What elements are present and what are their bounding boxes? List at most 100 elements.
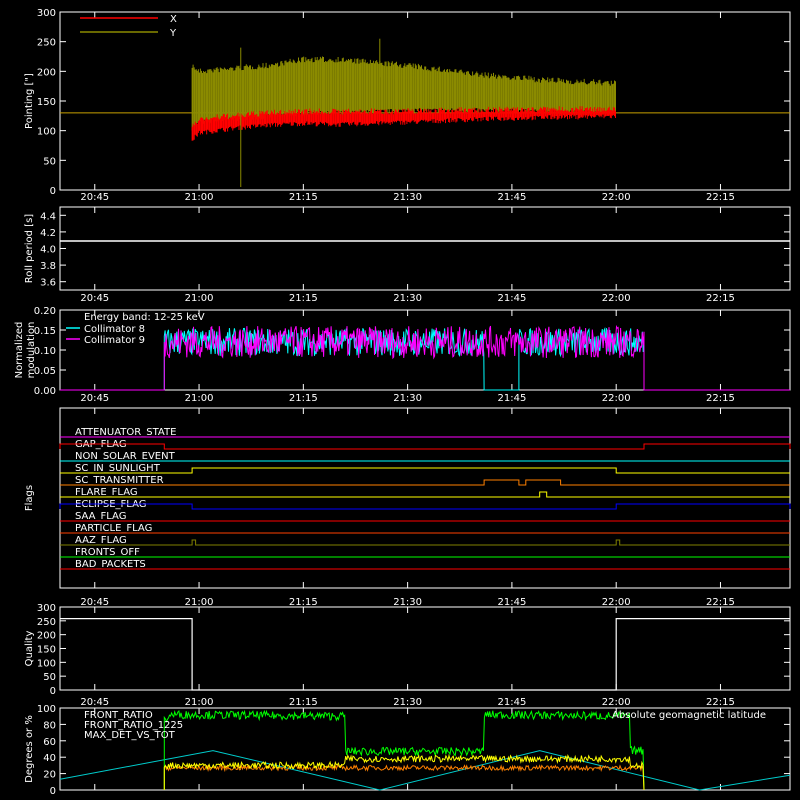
flag-trace-sc-transmitter bbox=[60, 479, 790, 486]
y-axis-label: Flags bbox=[24, 485, 35, 511]
x-tick-label: 20:45 bbox=[80, 697, 109, 708]
flag-label: SAA_FLAG bbox=[75, 511, 126, 522]
flag-trace-gap-flag bbox=[59, 443, 791, 450]
series-max-det-vs-tot bbox=[163, 763, 645, 791]
energy-band-label: Energy band: 12-25 keV bbox=[84, 312, 205, 323]
y-axis-label: Normalized bbox=[14, 322, 25, 379]
y-tick-label: 80 bbox=[43, 720, 56, 731]
y-tick-label: 100 bbox=[37, 658, 56, 669]
x-tick-label: 22:00 bbox=[602, 697, 631, 708]
plot-frame bbox=[59, 606, 791, 691]
x-tick-label: 22:00 bbox=[602, 597, 631, 608]
x-tick-label: 22:00 bbox=[602, 192, 631, 203]
x-tick-label: 21:30 bbox=[393, 293, 422, 304]
x-tick-label: 22:00 bbox=[602, 393, 631, 404]
x-tick-label: 22:15 bbox=[706, 697, 735, 708]
x-tick-label: 20:45 bbox=[80, 293, 109, 304]
series-front-ratio-1225 bbox=[163, 709, 645, 791]
flag-trace-eclipse-flag bbox=[59, 503, 791, 510]
x-tick-label: 22:15 bbox=[706, 192, 735, 203]
y-tick-label: 4.0 bbox=[40, 245, 56, 256]
flag-trace-sc-in-sunlight bbox=[60, 467, 790, 474]
y-tick-label: 100 bbox=[37, 127, 56, 138]
x-tick-label: 21:30 bbox=[393, 192, 422, 203]
y-tick-label: 250 bbox=[37, 617, 56, 628]
x-tick-label: 21:45 bbox=[497, 393, 526, 404]
y-tick-label: 0 bbox=[50, 186, 56, 197]
y-tick-label: 0 bbox=[50, 786, 56, 797]
y-axis-label: modulation bbox=[26, 322, 37, 379]
y-tick-label: 20 bbox=[43, 770, 56, 781]
flag-label: AAZ_FLAG bbox=[75, 535, 127, 546]
x-tick-label: 21:15 bbox=[289, 697, 318, 708]
legend-label: MAX_DET_VS_TOT bbox=[84, 730, 176, 741]
y-tick-label: 300 bbox=[37, 8, 56, 19]
y-tick-label: 0.00 bbox=[34, 386, 56, 397]
latitude-legend-label: Absolute geomagnetic latitude bbox=[612, 710, 766, 721]
y-tick-label: 0.20 bbox=[34, 306, 56, 317]
x-tick-label: 20:45 bbox=[80, 393, 109, 404]
y-axis-label: Roll period [s] bbox=[24, 214, 35, 283]
legend-label: X bbox=[170, 14, 177, 25]
flag-label: FRONTS_OFF bbox=[75, 547, 140, 558]
y-tick-label: 0.15 bbox=[34, 326, 56, 337]
flag-label: BAD_PACKETS bbox=[75, 559, 146, 570]
flag-trace-flare-flag bbox=[60, 491, 790, 498]
x-tick-label: 21:15 bbox=[289, 393, 318, 404]
y-tick-label: 200 bbox=[37, 67, 56, 78]
x-tick-label: 22:00 bbox=[602, 293, 631, 304]
quality-line bbox=[60, 618, 790, 691]
y-tick-label: 3.8 bbox=[40, 261, 56, 272]
flag-label: NON_SOLAR_EVENT bbox=[75, 451, 176, 462]
plot-frame bbox=[59, 206, 791, 291]
x-tick-label: 21:15 bbox=[289, 597, 318, 608]
y-axis-label: Quality bbox=[24, 631, 35, 667]
y-tick-label: 200 bbox=[37, 631, 56, 642]
flag-label: FLARE_FLAG bbox=[75, 487, 138, 498]
flag-label: PARTICLE_FLAG bbox=[75, 523, 152, 534]
x-tick-label: 21:00 bbox=[185, 293, 214, 304]
flag-trace-aaz-flag bbox=[60, 539, 790, 546]
legend-label: Y bbox=[169, 28, 177, 39]
y-tick-label: 50 bbox=[43, 672, 56, 683]
x-tick-label: 21:00 bbox=[185, 697, 214, 708]
y-tick-label: 150 bbox=[37, 97, 56, 108]
y-tick-label: 100 bbox=[37, 704, 56, 715]
y-tick-label: 3.6 bbox=[40, 278, 56, 289]
y-tick-label: 4.2 bbox=[40, 228, 56, 239]
hessi-quicklook-figure: 20:45 21:00 21:15 21:30 21:45 22:00 22:15 0 50 10… bbox=[14, 8, 791, 797]
x-tick-label: 20:45 bbox=[80, 597, 109, 608]
y-axis-label: Pointing ["] bbox=[24, 73, 35, 129]
x-tick-label: 21:30 bbox=[393, 597, 422, 608]
flag-label: SC_TRANSMITTER bbox=[75, 475, 164, 486]
x-tick-label: 21:30 bbox=[393, 393, 422, 404]
x-tick-label: 21:15 bbox=[289, 293, 318, 304]
x-tick-label: 21:45 bbox=[497, 697, 526, 708]
legend-label: Collimator 9 bbox=[84, 335, 145, 346]
geomagnetic-latitude-line bbox=[59, 750, 791, 791]
y-tick-label: 4.4 bbox=[40, 211, 56, 222]
y-tick-label: 40 bbox=[43, 753, 56, 764]
y-tick-label: 0.05 bbox=[34, 366, 56, 377]
x-tick-label: 21:00 bbox=[185, 597, 214, 608]
legend-label: Collimator 8 bbox=[84, 324, 145, 335]
flag-label: SC_IN_SUNLIGHT bbox=[75, 463, 161, 474]
x-tick-label: 22:15 bbox=[706, 393, 735, 404]
x-tick-label: 21:45 bbox=[497, 293, 526, 304]
flag-label: ATTENUATOR_STATE bbox=[75, 427, 176, 438]
x-tick-label: 21:30 bbox=[393, 697, 422, 708]
series-front-ratio bbox=[163, 753, 645, 791]
x-tick-label: 22:15 bbox=[706, 597, 735, 608]
series-collimator-9 bbox=[60, 324, 790, 391]
x-tick-label: 21:15 bbox=[289, 192, 318, 203]
y-axis-label: Degrees or % bbox=[24, 715, 35, 783]
y-tick-label: 60 bbox=[43, 737, 56, 748]
series-collimator-8 bbox=[60, 326, 790, 391]
y-tick-label: 0 bbox=[50, 686, 56, 697]
x-tick-label: 20:45 bbox=[80, 192, 109, 203]
x-tick-label: 21:45 bbox=[497, 597, 526, 608]
y-tick-label: 50 bbox=[43, 156, 56, 167]
x-tick-label: 21:45 bbox=[497, 192, 526, 203]
y-tick-label: 300 bbox=[37, 603, 56, 614]
x-tick-label: 22:15 bbox=[706, 293, 735, 304]
